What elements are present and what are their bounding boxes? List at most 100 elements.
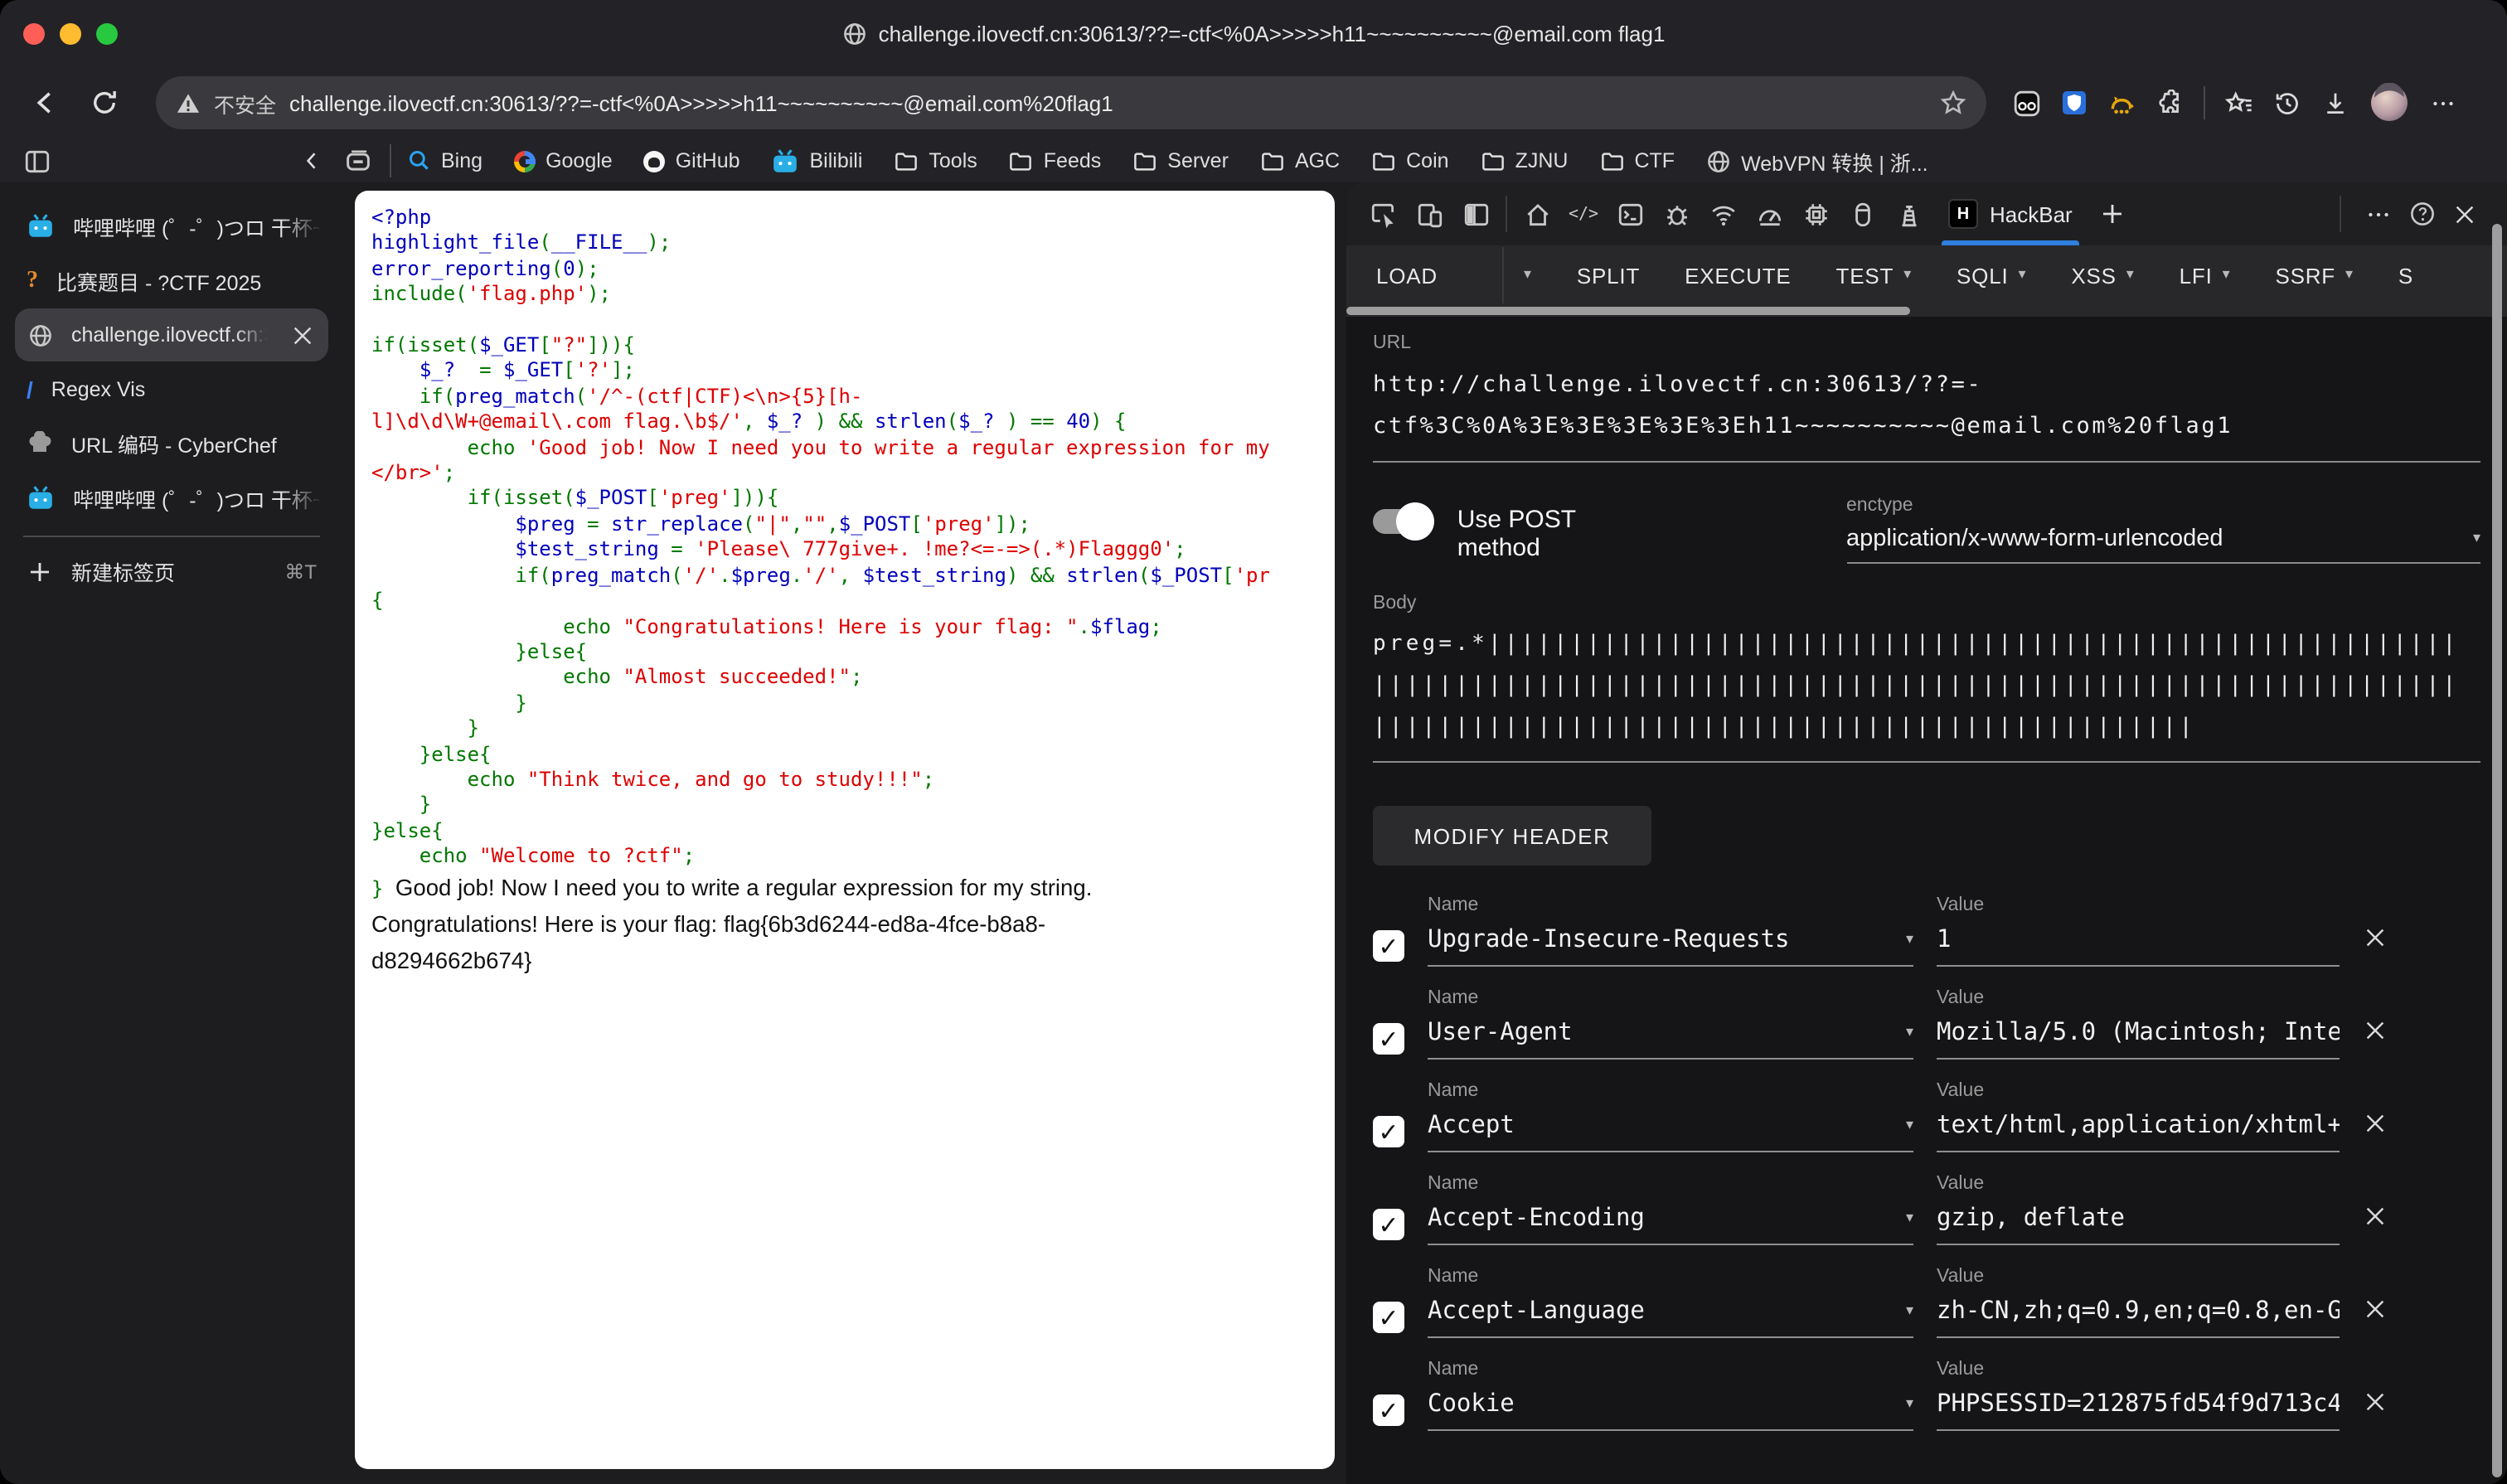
header-value-input[interactable]: text/html,application/xhtml+xm (1937, 1101, 2340, 1152)
sidebar-tab-active[interactable]: challenge.ilovectf.cn:30613 (15, 308, 328, 361)
bookmark-star-icon[interactable] (1940, 90, 1966, 116)
favorites-icon[interactable] (2225, 89, 2253, 117)
menu-lfi[interactable]: LFI▾ (2180, 263, 2231, 288)
menu-ssrf[interactable]: SSRF▾ (2275, 263, 2353, 288)
remove-header-icon[interactable] (2363, 1297, 2388, 1338)
bookmark-item[interactable]: Google (514, 149, 613, 172)
modify-header-button[interactable]: MODIFY HEADER (1373, 806, 1651, 866)
header-value-input[interactable]: 1 (1937, 915, 2340, 967)
header-enabled-checkbox[interactable]: ✓ (1373, 1116, 1404, 1147)
bookmark-item[interactable]: GitHub (644, 149, 740, 172)
header-value-input[interactable]: Mozilla/5.0 (Macintosh; Intel (1937, 1008, 2340, 1060)
header-name-select[interactable]: Accept-Encoding▾ (1428, 1194, 1913, 1245)
header-value-input[interactable]: gzip, deflate (1937, 1194, 2340, 1245)
remove-header-icon[interactable] (2363, 1389, 2388, 1431)
header-enabled-checkbox[interactable]: ✓ (1373, 1209, 1404, 1240)
remove-header-icon[interactable] (2363, 1204, 2388, 1245)
bookmark-item[interactable]: Server (1132, 148, 1229, 173)
lighthouse-tool-button[interactable] (1885, 191, 1932, 237)
zoom-window-button[interactable] (96, 23, 118, 45)
header-name-select[interactable]: Cookie▾ (1428, 1380, 1913, 1431)
reload-button[interactable] (80, 78, 129, 128)
bookmark-item[interactable]: Bing (408, 149, 482, 172)
devtools-close-icon[interactable] (2452, 201, 2477, 226)
proxy-extension-icon[interactable] (2013, 89, 2041, 117)
downloads-icon[interactable] (2321, 89, 2349, 117)
header-name-select[interactable]: Accept-Language▾ (1428, 1287, 1913, 1338)
bookmark-item[interactable]: Tools (894, 148, 977, 173)
devtools-help-icon[interactable] (2409, 201, 2436, 227)
debugger-tool-button[interactable] (1653, 191, 1700, 237)
close-window-button[interactable] (23, 23, 45, 45)
console-tool-button[interactable] (1607, 191, 1653, 237)
minimize-window-button[interactable] (60, 23, 81, 45)
enctype-select[interactable]: application/x-www-form-urlencoded ▾ (1846, 526, 2480, 552)
php-code-line: echo "Think twice, and go to study!!!"; (371, 768, 1318, 793)
history-icon[interactable] (2273, 89, 2301, 117)
profile-avatar[interactable] (2369, 83, 2409, 123)
toggle-sidebar-icon[interactable] (23, 147, 51, 175)
inspect-tool-button[interactable] (1360, 191, 1406, 237)
bookmark-item[interactable]: Feeds (1009, 148, 1102, 173)
extensions-puzzle-icon[interactable] (2155, 89, 2184, 117)
header-name-select[interactable]: Upgrade-Insecure-Requests▾ (1428, 915, 1913, 967)
menu-sqli[interactable]: SQLI▾ (1957, 263, 2026, 288)
tab-hackbar[interactable]: H HackBar (1932, 182, 2089, 245)
header-enabled-checkbox[interactable]: ✓ (1373, 1023, 1404, 1055)
header-name-select[interactable]: Accept▾ (1428, 1101, 1913, 1152)
new-tab-button[interactable]: 新建标签页 ⌘T (0, 544, 343, 599)
sidebar-tab[interactable]: 哔哩哔哩 (゜-゜)つロ 干杯~ (0, 471, 343, 526)
menu-execute[interactable]: EXECUTE (1685, 263, 1791, 288)
header-enabled-checkbox[interactable]: ✓ (1373, 930, 1404, 962)
menu-s[interactable]: S (2398, 263, 2413, 288)
address-bar[interactable]: 不安全 challenge.ilovectf.cn:30613/??=-ctf<… (156, 76, 1986, 129)
performance-tool-button[interactable] (1746, 191, 1792, 237)
memory-tool-button[interactable] (1792, 191, 1839, 237)
body-field-input[interactable]: preg=.*|||||||||||||||||||||||||||||||||… (1373, 623, 2474, 748)
remove-header-icon[interactable] (2363, 1018, 2388, 1060)
bookmark-item[interactable]: Bilibili (772, 147, 863, 175)
header-value-input[interactable]: zh-CN,zh;q=0.9,en;q=0.8,en-GB (1937, 1287, 2340, 1338)
bookmark-item[interactable]: Coin (1371, 148, 1448, 173)
sources-tool-button[interactable]: </> (1560, 191, 1607, 237)
use-post-toggle[interactable] (1373, 509, 1431, 534)
menu-test[interactable]: TEST▾ (1836, 263, 1913, 288)
tab-deck-icon[interactable] (343, 146, 373, 176)
security-label[interactable]: 不安全 (214, 87, 276, 119)
home-tool-button[interactable] (1514, 191, 1560, 237)
header-enabled-checkbox[interactable]: ✓ (1373, 1302, 1404, 1333)
header-value-input[interactable]: PHPSESSID=212875fd54f9d713c48a (1937, 1380, 2340, 1431)
bookmark-item[interactable]: ZJNU (1481, 148, 1569, 173)
device-emulation-tool-button[interactable] (1406, 191, 1452, 237)
menu-xss[interactable]: XSS▾ (2071, 263, 2134, 288)
bookmark-item[interactable]: AGC (1260, 148, 1340, 173)
horizontal-scrollbar[interactable] (1346, 305, 2507, 317)
bookmark-item[interactable]: WebVPN 转换 | 浙... (1706, 145, 1928, 177)
sidebar-tab[interactable]: 哔哩哔哩 (゜-゜)つロ 干杯~ (0, 199, 343, 254)
back-button[interactable] (20, 78, 70, 128)
menu-load[interactable]: LOAD (1376, 263, 1438, 288)
close-tab-icon[interactable] (290, 323, 315, 347)
vertical-scrollbar[interactable] (2492, 224, 2502, 1477)
storage-tool-button[interactable] (1839, 191, 1885, 237)
remove-header-icon[interactable] (2363, 925, 2388, 967)
menu-split[interactable]: SPLIT (1577, 263, 1640, 288)
tampermonkey-extension-icon[interactable] (2107, 89, 2136, 117)
remove-header-icon[interactable] (2363, 1111, 2388, 1152)
add-tab-button[interactable] (2089, 191, 2136, 237)
devtools-more-options-icon[interactable] (2364, 200, 2393, 228)
bitwarden-extension-icon[interactable] (2061, 90, 2088, 116)
more-menu-icon[interactable] (2429, 89, 2457, 117)
url-field-input[interactable]: http://challenge.ilovectf.cn:30613/??=-c… (1373, 365, 2474, 448)
sidebar-tab[interactable]: /Regex Vis (0, 361, 343, 416)
sidebar-tab[interactable]: ?比赛题目 - ?CTF 2025 (0, 254, 343, 308)
collapse-sidebar-icon[interactable] (300, 149, 323, 172)
network-tool-button[interactable] (1700, 191, 1746, 237)
address-url[interactable]: challenge.ilovectf.cn:30613/??=-ctf<%0A>… (289, 90, 1927, 115)
header-name-select[interactable]: User-Agent▾ (1428, 1008, 1913, 1060)
dock-side-tool-button[interactable] (1452, 191, 1499, 237)
sidebar-tab[interactable]: URL 编码 - CyberChef (0, 416, 343, 471)
bookmark-item[interactable]: CTF (1599, 148, 1675, 173)
header-enabled-checkbox[interactable]: ✓ (1373, 1394, 1404, 1426)
chevron-down-icon[interactable]: ▾ (1524, 267, 1532, 284)
